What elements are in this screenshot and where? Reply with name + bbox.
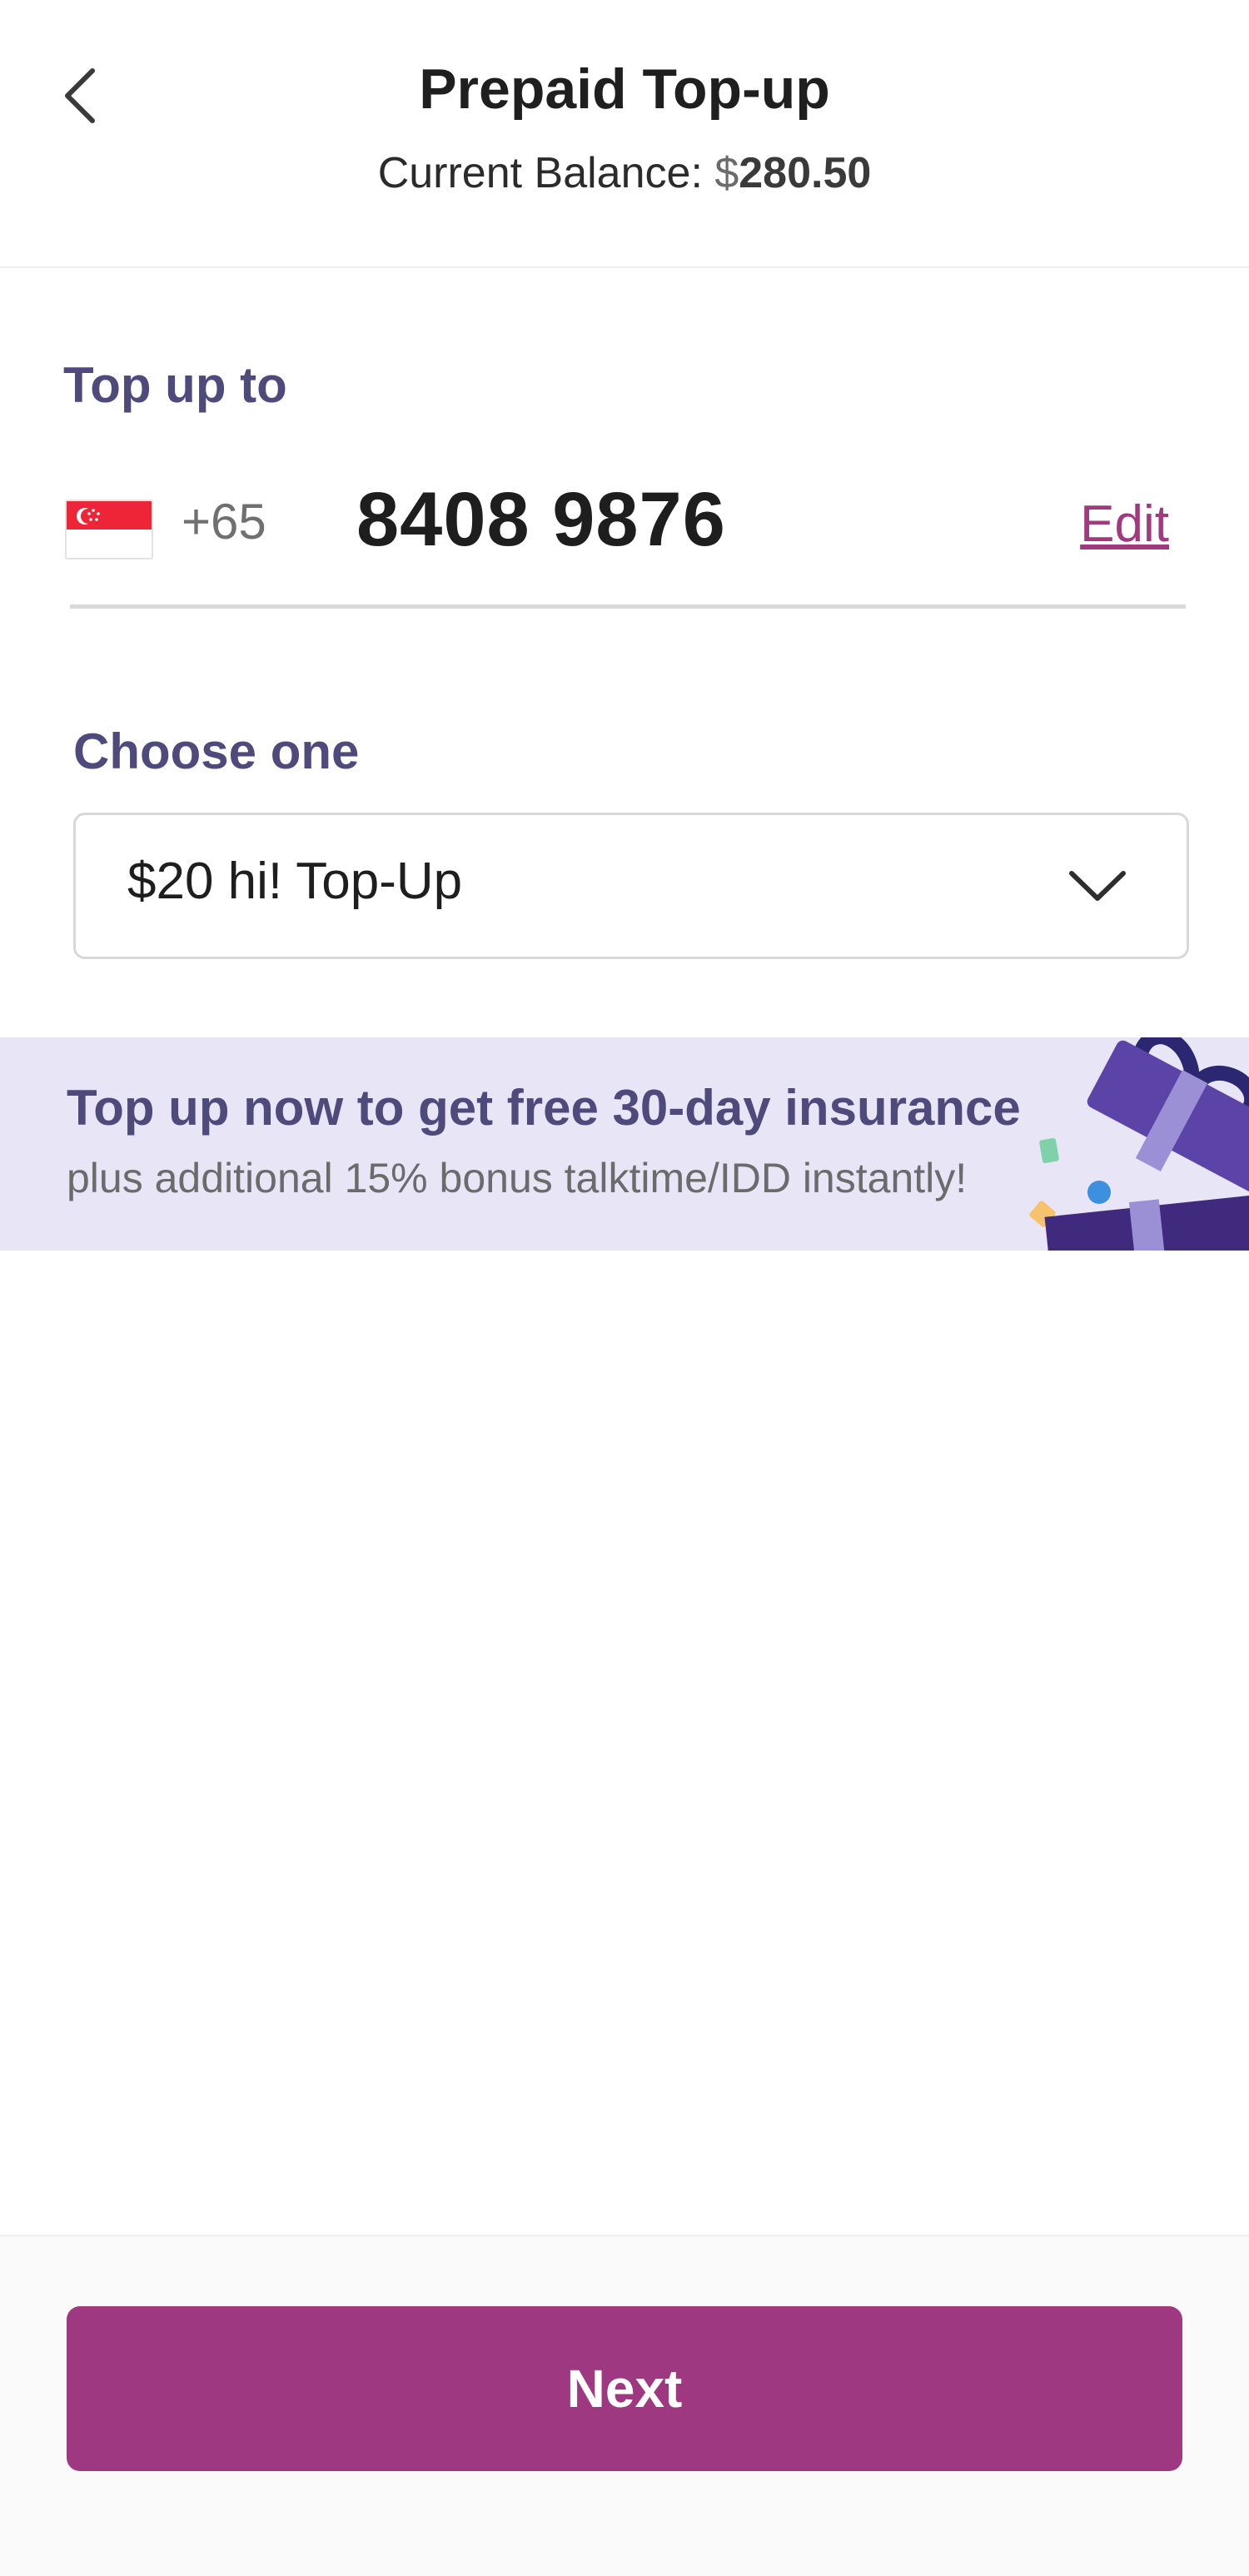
promo-banner[interactable]: Top up now to get free 30-day insurance … — [0, 1037, 1249, 1251]
chevron-down-icon — [1069, 871, 1126, 901]
country-code: +65 — [182, 494, 266, 550]
singapore-flag-icon — [65, 500, 153, 559]
choose-one-label: Choose one — [73, 724, 360, 779]
plan-dropdown[interactable]: $20 hi! Top-Up — [73, 813, 1189, 959]
gift-box-icon — [1029, 1037, 1249, 1251]
balance-label: Current Balance: — [377, 149, 715, 197]
header: Prepaid Top-up Current Balance: $280.50 — [0, 0, 1249, 268]
promo-title: Top up now to get free 30-day insurance — [67, 1080, 1021, 1136]
plan-dropdown-value: $20 hi! Top-Up — [127, 853, 463, 910]
next-button[interactable]: Next — [67, 2306, 1182, 2471]
phone-divider — [70, 604, 1186, 609]
balance-currency: $ — [714, 149, 739, 197]
promo-subtitle: plus additional 15% bonus talktime/IDD i… — [67, 1155, 968, 1201]
phone-number-row: +65 8408 9876 Edit — [65, 476, 1186, 609]
current-balance: Current Balance: $280.50 — [0, 148, 1249, 198]
page-title: Prepaid Top-up — [419, 57, 830, 121]
balance-amount: 280.50 — [739, 149, 872, 197]
prepaid-topup-screen: Prepaid Top-up Current Balance: $280.50 … — [0, 0, 1249, 2576]
footer: Next — [0, 2235, 1249, 2576]
phone-number: 8408 9876 — [356, 477, 726, 562]
edit-link[interactable]: Edit — [1080, 495, 1169, 554]
topup-to-label: Top up to — [63, 357, 287, 413]
main-content: Top up to +65 8408 9876 Edit Choose one … — [0, 268, 1249, 2235]
